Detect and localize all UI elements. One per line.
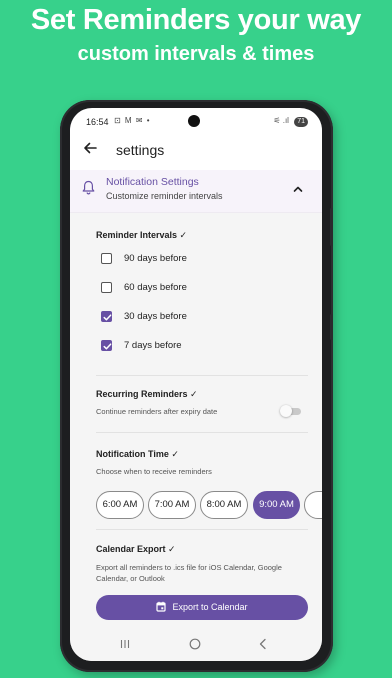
checkbox[interactable] xyxy=(101,253,112,264)
interval-label: 7 days before xyxy=(124,340,182,351)
interval-option-90[interactable]: 90 days before xyxy=(101,251,261,269)
recurring-toggle[interactable] xyxy=(280,405,302,417)
checkbox-checked[interactable] xyxy=(101,311,112,322)
interval-option-7[interactable]: 7 days before xyxy=(101,338,261,356)
promo-subtitle: custom intervals & times xyxy=(77,43,315,65)
phone-power-button xyxy=(330,314,333,340)
check-icon xyxy=(103,343,112,350)
section-subtitle: Customize reminder intervals xyxy=(106,191,223,201)
recurring-description: Continue reminders after expiry date xyxy=(96,407,218,416)
time-chip-6am[interactable]: 6:00 AM xyxy=(96,491,144,519)
phone-screen: 16:54 ⊡ M ✉ • ⚟ .ıl 71 settings Notifica… xyxy=(70,108,322,661)
divider xyxy=(96,529,308,530)
status-right: ⚟ .ıl 71 xyxy=(273,116,308,127)
settings-content: Reminder Intervals ✓ 90 days before 60 d… xyxy=(70,213,322,627)
home-icon[interactable] xyxy=(188,637,202,651)
front-camera xyxy=(188,115,200,127)
interval-label: 90 days before xyxy=(124,253,187,264)
section-title: Notification Settings xyxy=(106,176,199,188)
interval-option-30[interactable]: 30 days before xyxy=(101,309,261,327)
export-button-label: Export to Calendar xyxy=(172,602,248,612)
system-nav-bar xyxy=(70,627,322,661)
phone-volume-button xyxy=(330,208,333,246)
recents-icon[interactable] xyxy=(118,637,132,651)
time-chip-7am[interactable]: 7:00 AM xyxy=(148,491,196,519)
checkbox-checked[interactable] xyxy=(101,340,112,351)
arrow-left-icon[interactable] xyxy=(82,140,98,156)
notification-time-description: Choose when to receive reminders xyxy=(96,467,212,476)
notification-settings-header[interactable]: Notification Settings Customize reminder… xyxy=(70,170,322,213)
interval-label: 60 days before xyxy=(124,282,187,293)
interval-option-60[interactable]: 60 days before xyxy=(101,280,261,298)
bell-icon xyxy=(82,180,95,195)
back-icon[interactable] xyxy=(256,637,270,651)
app-bar: settings xyxy=(70,134,322,166)
time-chip-row: 6:00 AM 7:00 AM 8:00 AM 9:00 AM xyxy=(96,491,322,519)
checkbox[interactable] xyxy=(101,282,112,293)
export-to-calendar-button[interactable]: Export to Calendar xyxy=(96,595,308,620)
calendar-export-heading: Calendar Export ✓ xyxy=(96,544,176,554)
divider xyxy=(96,432,308,433)
time-chip-8am[interactable]: 8:00 AM xyxy=(200,491,248,519)
promo-title: Set Reminders your way xyxy=(30,4,362,36)
time-chip-partial[interactable] xyxy=(304,491,322,519)
notification-time-heading: Notification Time ✓ xyxy=(96,449,179,459)
battery-icon: 71 xyxy=(294,117,308,127)
notification-icons: ⊡ M ✉ • xyxy=(114,116,151,125)
recurring-heading: Recurring Reminders ✓ xyxy=(96,389,198,399)
status-time: 16:54 xyxy=(86,117,109,127)
toggle-thumb xyxy=(280,405,292,417)
time-chip-9am-selected[interactable]: 9:00 AM xyxy=(253,491,300,519)
calendar-icon xyxy=(156,601,167,612)
page-title: settings xyxy=(116,142,165,158)
calendar-export-description: Export all reminders to .ics file for iO… xyxy=(96,563,282,583)
status-bar: 16:54 ⊡ M ✉ • ⚟ .ıl 71 xyxy=(70,108,322,130)
reminder-intervals-heading: Reminder Intervals ✓ xyxy=(96,230,188,240)
check-icon xyxy=(103,314,112,321)
chevron-up-icon[interactable] xyxy=(292,183,304,195)
interval-label: 30 days before xyxy=(124,311,187,322)
divider xyxy=(96,375,308,376)
signal-icon: ⚟ .ıl xyxy=(273,116,289,125)
